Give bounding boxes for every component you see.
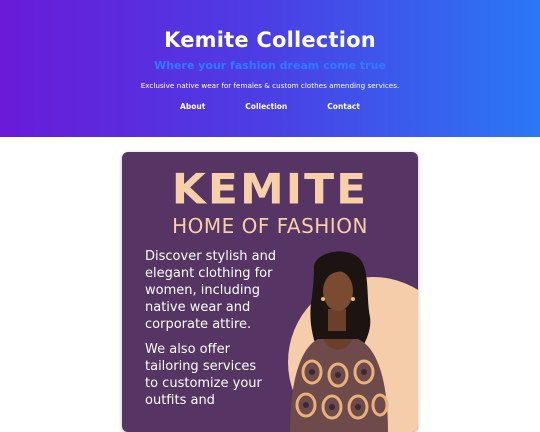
nav-link-contact[interactable]: Contact <box>307 102 380 111</box>
hero-header: Kemite Collection Where your fashion dre… <box>0 0 540 137</box>
flyer-tailoring-text: We also offer tailoring services to cust… <box>145 342 262 408</box>
site-title: Kemite Collection <box>164 28 376 52</box>
site-description: Exclusive native wear for females & cust… <box>140 81 400 90</box>
flyer-subtitle: HOME OF FASHION <box>172 214 368 238</box>
model-illustration <box>290 251 389 432</box>
nav-link-collection[interactable]: Collection <box>225 102 307 111</box>
promo-flyer-image: KEMITE HOME OF FASHION Discover stylish … <box>122 152 418 432</box>
main-nav: About Collection Contact <box>0 102 540 111</box>
main-content: KEMITE HOME OF FASHION Discover stylish … <box>0 137 540 432</box>
tagline: Where your fashion dream come true <box>154 59 386 72</box>
flyer-brand: KEMITE <box>171 165 369 214</box>
nav-link-about[interactable]: About <box>160 102 225 111</box>
